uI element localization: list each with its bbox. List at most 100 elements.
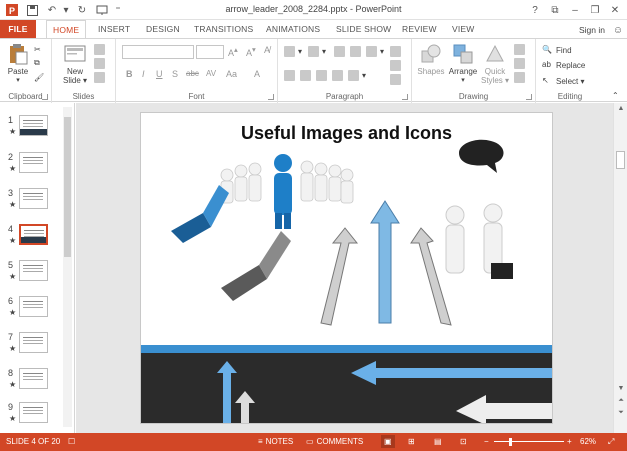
columns-icon[interactable]: ▾	[348, 69, 366, 81]
help-icon[interactable]: ?	[527, 2, 543, 18]
animation-star-icon: ★	[9, 414, 17, 423]
tab-transitions[interactable]: TRANSITIONS	[188, 20, 259, 38]
bullets-icon[interactable]: ▾	[284, 45, 302, 57]
slide-thumbnail-1[interactable]: 1 ★	[0, 113, 62, 145]
slide-thumbnail-4[interactable]: 4 ★	[0, 222, 62, 254]
reset-icon[interactable]	[94, 57, 108, 69]
section-icon[interactable]	[94, 71, 108, 83]
shape-fill-icon[interactable]	[514, 43, 528, 55]
zoom-in-button[interactable]: +	[567, 437, 572, 446]
new-slide-button[interactable]: New Slide ▾	[60, 43, 90, 85]
cut-icon[interactable]: ✂	[34, 43, 41, 55]
slide-show-view-icon[interactable]: ⊡	[460, 437, 467, 446]
shape-outline-icon[interactable]	[514, 57, 528, 69]
font-size-combo[interactable]	[196, 45, 224, 59]
line-spacing-icon[interactable]: ▾	[366, 45, 384, 57]
italic-button[interactable]: I	[142, 69, 145, 79]
shapes-button[interactable]: Shapes	[416, 43, 446, 76]
align-text-icon[interactable]	[390, 59, 404, 71]
slide-thumbnail-3[interactable]: 3 ★	[0, 186, 62, 218]
arrange-icon	[452, 43, 474, 65]
tab-home[interactable]: HOME	[46, 20, 87, 39]
shadow-button[interactable]: S	[172, 69, 178, 79]
slide-scrollbar[interactable]: ▲ ▼ ⏶ ⏷	[613, 103, 627, 433]
zoom-level[interactable]: 62%	[580, 437, 596, 446]
numbering-icon[interactable]: ▾	[308, 45, 326, 57]
tab-file[interactable]: FILE	[0, 20, 36, 38]
char-spacing-button[interactable]: AV	[206, 69, 216, 78]
shrink-font-icon[interactable]: A▾	[246, 45, 256, 58]
format-painter-icon[interactable]: 🖌	[34, 71, 44, 83]
slide-canvas[interactable]: Useful Images and Icons	[140, 112, 553, 424]
fit-slide-icon[interactable]: ⤢	[608, 437, 614, 447]
drawing-launcher-icon[interactable]	[526, 94, 532, 100]
thumbnails-scrollbar[interactable]	[63, 107, 72, 427]
text-direction-icon[interactable]	[390, 45, 404, 57]
underline-button[interactable]: U	[156, 69, 163, 79]
scroll-down-icon[interactable]: ▼	[614, 385, 627, 392]
tab-insert[interactable]: INSERT	[92, 20, 136, 38]
tab-slide-show[interactable]: SLIDE SHOW	[330, 20, 397, 38]
zoom-slider-handle[interactable]	[509, 438, 512, 446]
slide-thumbnail-7[interactable]: 7 ★	[0, 330, 62, 362]
slide-thumbnail-9[interactable]: 9 ★	[0, 400, 62, 432]
slide-scroll-thumb[interactable]	[616, 151, 625, 169]
copy-icon[interactable]: ⧉	[34, 57, 40, 69]
paragraph-launcher-icon[interactable]	[402, 94, 408, 100]
spell-check-icon[interactable]: ☐	[68, 437, 75, 446]
comments-button[interactable]: ▭ COMMENTS	[306, 437, 363, 446]
slide-thumbnail-8[interactable]: 8 ★	[0, 366, 62, 398]
align-left-icon[interactable]	[284, 69, 298, 81]
tab-review[interactable]: REVIEW	[396, 20, 443, 38]
smartart-icon[interactable]	[390, 73, 404, 85]
justify-icon[interactable]	[332, 69, 346, 81]
find-label: Find	[556, 45, 572, 55]
bold-button[interactable]: B	[126, 69, 133, 79]
font-color-button[interactable]: A	[254, 69, 260, 79]
zoom-out-button[interactable]: −	[484, 437, 489, 446]
ribbon-tabs: FILE HOME INSERT DESIGN TRANSITIONS ANIM…	[0, 20, 627, 39]
tab-animations[interactable]: ANIMATIONS	[260, 20, 326, 38]
grow-font-icon[interactable]: A▴	[228, 45, 238, 58]
tab-design[interactable]: DESIGN	[140, 20, 186, 38]
thumbnails-scroll-thumb[interactable]	[64, 117, 71, 257]
replace-button[interactable]: ab Replace	[542, 59, 585, 71]
notes-button[interactable]: ≡ NOTES	[258, 437, 293, 446]
align-right-icon[interactable]	[316, 69, 330, 81]
layout-icon[interactable]	[94, 43, 108, 55]
paste-button[interactable]: Paste ▾	[4, 43, 32, 84]
close-icon[interactable]: ✕	[607, 2, 623, 18]
scroll-up-icon[interactable]: ▲	[614, 105, 627, 112]
slide-sorter-view-icon[interactable]: ⊞	[408, 437, 415, 446]
font-family-combo[interactable]	[122, 45, 194, 59]
change-case-button[interactable]: Aa	[226, 69, 237, 79]
align-center-icon[interactable]	[300, 69, 314, 81]
sign-in-link[interactable]: Sign in	[579, 25, 605, 35]
slide-thumbnail-2[interactable]: 2 ★	[0, 150, 62, 182]
next-slide-icon[interactable]: ⏷	[614, 409, 627, 417]
slide-thumbnail-6[interactable]: 6 ★	[0, 294, 62, 326]
previous-slide-icon[interactable]: ⏶	[614, 397, 627, 405]
quick-styles-button[interactable]: Quick Styles ▾	[480, 43, 510, 85]
tab-view[interactable]: VIEW	[446, 20, 481, 38]
font-launcher-icon[interactable]	[268, 94, 274, 100]
collapse-ribbon-icon[interactable]: ⌃	[612, 89, 619, 101]
find-button[interactable]: 🔍 Find	[542, 44, 572, 56]
select-button[interactable]: ↖ Select ▾	[542, 75, 584, 87]
slide-number: 6	[8, 296, 14, 306]
account-icon[interactable]: ☺	[610, 22, 626, 38]
handshake-image	[445, 139, 513, 279]
restore-icon[interactable]: ❐	[587, 2, 603, 18]
minimize-icon[interactable]: –	[567, 2, 583, 18]
reading-view-icon[interactable]: ▤	[434, 437, 442, 446]
arrange-button[interactable]: Arrange ▾	[448, 43, 478, 84]
zoom-slider[interactable]	[494, 441, 564, 442]
clipboard-launcher-icon[interactable]	[42, 94, 48, 100]
ribbon-display-icon[interactable]: ⧉	[547, 2, 563, 18]
strikethrough-button[interactable]: abc	[186, 69, 199, 78]
decrease-indent-icon[interactable]	[334, 45, 348, 57]
increase-indent-icon[interactable]	[350, 45, 364, 57]
shape-effects-icon[interactable]	[514, 71, 528, 83]
slide-thumbnail-5[interactable]: 5 ★	[0, 258, 62, 290]
clear-format-icon[interactable]: A̸	[264, 45, 270, 55]
